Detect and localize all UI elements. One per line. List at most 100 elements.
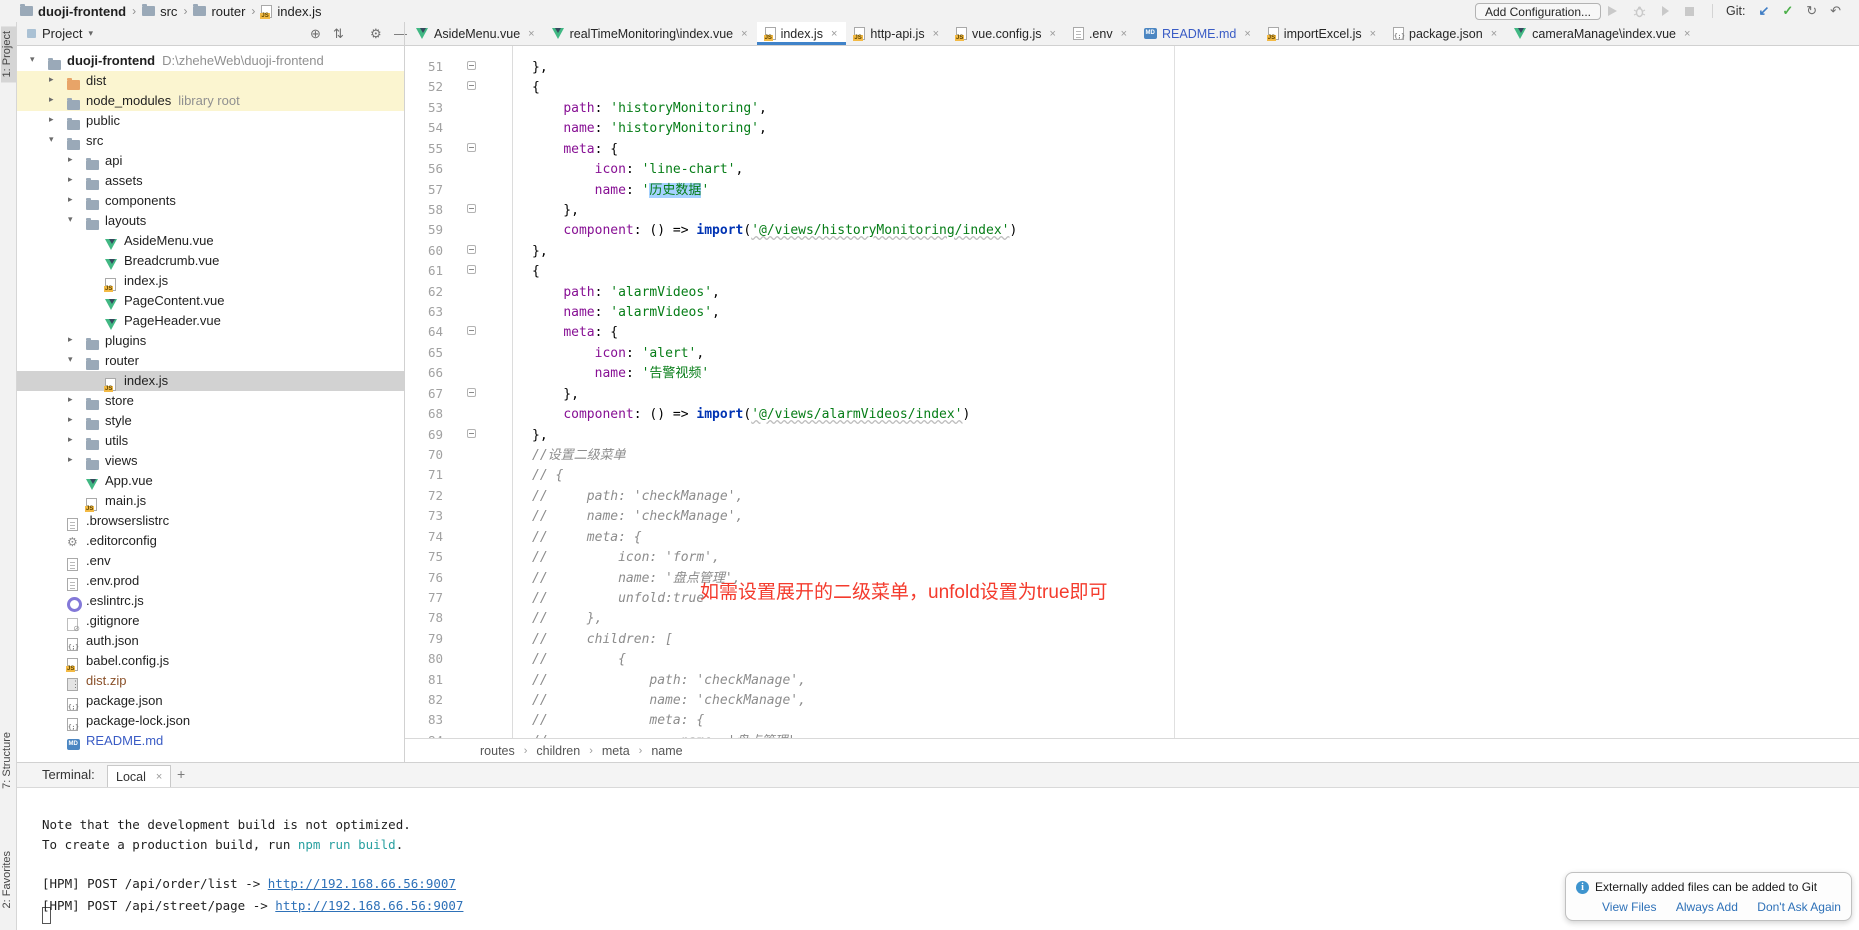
code-line[interactable]: 62 path: 'alarmVideos', (405, 282, 1859, 303)
code-line[interactable]: 60}, (405, 241, 1859, 262)
close-icon[interactable]: × (1491, 28, 1497, 40)
tree-item[interactable]: ▸node_moduleslibrary root (17, 91, 405, 111)
tree-collapsed-icon[interactable]: ▸ (68, 394, 73, 405)
git-history-icon[interactable]: ↻ (1806, 3, 1817, 19)
tool-stripe-structure-button[interactable]: 7: Structure (1, 727, 16, 794)
tree-collapsed-icon[interactable]: ▸ (68, 434, 73, 445)
editor-tab[interactable]: index.js× (757, 22, 847, 45)
editor-breadcrumb-item[interactable]: children (536, 744, 580, 758)
tree-item[interactable]: PageHeader.vue (17, 311, 405, 331)
tree-item[interactable]: ▾duoji-frontendD:\zheheWeb\duoji-fronten… (17, 51, 405, 71)
tree-item[interactable]: .editorconfig (17, 531, 405, 551)
tool-stripe-project-button[interactable]: 1: Project (1, 26, 16, 82)
close-icon[interactable]: × (528, 28, 534, 40)
tree-item[interactable]: ▸store (17, 391, 405, 411)
code-line[interactable]: 81// path: 'checkManage', (405, 670, 1859, 691)
tree-collapsed-icon[interactable]: ▸ (68, 334, 73, 345)
breadcrumb-item[interactable]: src (142, 4, 177, 19)
code-line[interactable]: 53 path: 'historyMonitoring', (405, 98, 1859, 119)
fold-marker-icon[interactable] (467, 245, 476, 254)
tree-item[interactable]: ▸plugins (17, 331, 405, 351)
tree-expanded-icon[interactable]: ▾ (68, 214, 73, 225)
code-line[interactable]: 80// { (405, 649, 1859, 670)
code-line[interactable]: 54 name: 'historyMonitoring', (405, 118, 1859, 139)
code-line[interactable]: 65 icon: 'alert', (405, 343, 1859, 364)
add-configuration-button[interactable]: Add Configuration... (1475, 3, 1601, 20)
editor-tab[interactable]: .env× (1065, 22, 1136, 45)
tree-item[interactable]: main.js (17, 491, 405, 511)
tree-item[interactable]: ▸style (17, 411, 405, 431)
code-line[interactable]: 84// name: '盘点管理' (405, 731, 1859, 738)
code-line[interactable]: 82// name: 'checkManage', (405, 690, 1859, 711)
tree-expanded-icon[interactable]: ▾ (49, 134, 54, 145)
git-update-icon[interactable]: ↙ (1758, 3, 1769, 19)
tree-item[interactable]: .eslintrc.js (17, 591, 405, 611)
tree-item[interactable]: ▸dist (17, 71, 405, 91)
code-line[interactable]: 57 name: '历史数据' (405, 180, 1859, 201)
editor-breadcrumb-item[interactable]: name (651, 744, 682, 758)
editor-breadcrumb-item[interactable]: routes (480, 744, 515, 758)
run-icon[interactable] (1608, 6, 1617, 16)
close-icon[interactable]: × (1370, 28, 1376, 40)
run-with-coverage-icon[interactable] (1662, 6, 1669, 16)
close-icon[interactable]: × (1684, 28, 1690, 40)
tree-item[interactable]: babel.config.js (17, 651, 405, 671)
tree-item[interactable]: README.md (17, 731, 405, 751)
close-icon[interactable]: × (741, 28, 747, 40)
code-line[interactable]: 58 }, (405, 200, 1859, 221)
close-icon[interactable]: × (933, 28, 939, 40)
editor-tab[interactable]: cameraManage\index.vue× (1506, 22, 1699, 45)
tree-item[interactable]: ▸components (17, 191, 405, 211)
editor-tab[interactable]: vue.config.js× (948, 22, 1065, 45)
tree-collapsed-icon[interactable]: ▸ (68, 414, 73, 425)
editor-tab[interactable]: http-api.js× (846, 22, 948, 45)
tree-item[interactable]: ▾layouts (17, 211, 405, 231)
code-line[interactable]: 73// name: 'checkManage', (405, 506, 1859, 527)
notification-link[interactable]: Always Add (1676, 900, 1738, 914)
tree-item[interactable]: AsideMenu.vue (17, 231, 405, 251)
editor-tab[interactable]: realTimeMonitoring\index.vue× (544, 22, 757, 45)
tree-item[interactable]: index.js (17, 371, 405, 391)
code-line[interactable]: 78// }, (405, 608, 1859, 629)
tree-item[interactable]: ▸api (17, 151, 405, 171)
close-icon[interactable]: × (1050, 28, 1056, 40)
code-line[interactable]: 61{ (405, 261, 1859, 282)
tree-item[interactable]: ▸assets (17, 171, 405, 191)
breadcrumb-item[interactable]: index.js (261, 4, 321, 19)
tree-item[interactable]: ▾src (17, 131, 405, 151)
tree-item[interactable]: .browserslistrc (17, 511, 405, 531)
terminal-tab-local[interactable]: Local × (107, 765, 171, 787)
tree-item[interactable]: ▸utils (17, 431, 405, 451)
stop-icon[interactable] (1685, 7, 1694, 16)
code-line[interactable]: 79// children: [ (405, 629, 1859, 650)
notification-link[interactable]: View Files (1602, 900, 1656, 914)
fold-marker-icon[interactable] (467, 265, 476, 274)
tree-item[interactable]: index.js (17, 271, 405, 291)
tree-collapsed-icon[interactable]: ▸ (68, 174, 73, 185)
fold-marker-icon[interactable] (467, 388, 476, 397)
tree-item[interactable]: auth.json (17, 631, 405, 651)
code-line[interactable]: 63 name: 'alarmVideos', (405, 302, 1859, 323)
fold-marker-icon[interactable] (467, 81, 476, 90)
code-line[interactable]: 56 icon: 'line-chart', (405, 159, 1859, 180)
tree-item[interactable]: .gitignore (17, 611, 405, 631)
code-line[interactable]: 66 name: '告警视频' (405, 363, 1859, 384)
tree-expanded-icon[interactable]: ▾ (68, 354, 73, 365)
code-line[interactable]: 76// name: '盘点管理', (405, 568, 1859, 589)
tree-collapsed-icon[interactable]: ▸ (68, 154, 73, 165)
editor-tab[interactable]: README.md× (1136, 22, 1260, 45)
code-line[interactable]: 67 }, (405, 384, 1859, 405)
tree-item[interactable]: ▸public (17, 111, 405, 131)
notification-link[interactable]: Don't Ask Again (1757, 900, 1841, 914)
code-line[interactable]: 77// unfold:true (405, 588, 1859, 609)
tree-collapsed-icon[interactable]: ▸ (68, 194, 73, 205)
breadcrumb-item[interactable]: router (193, 4, 245, 19)
code-line[interactable]: 55 meta: { (405, 139, 1859, 160)
code-line[interactable]: 71// { (405, 465, 1859, 486)
debug-icon[interactable] (1633, 5, 1646, 18)
code-line[interactable]: 72// path: 'checkManage', (405, 486, 1859, 507)
tool-stripe-favorites-button[interactable]: 2: Favorites (1, 846, 16, 913)
fold-marker-icon[interactable] (467, 429, 476, 438)
tree-item[interactable]: ▸views (17, 451, 405, 471)
code-line[interactable]: 51}, (405, 57, 1859, 78)
